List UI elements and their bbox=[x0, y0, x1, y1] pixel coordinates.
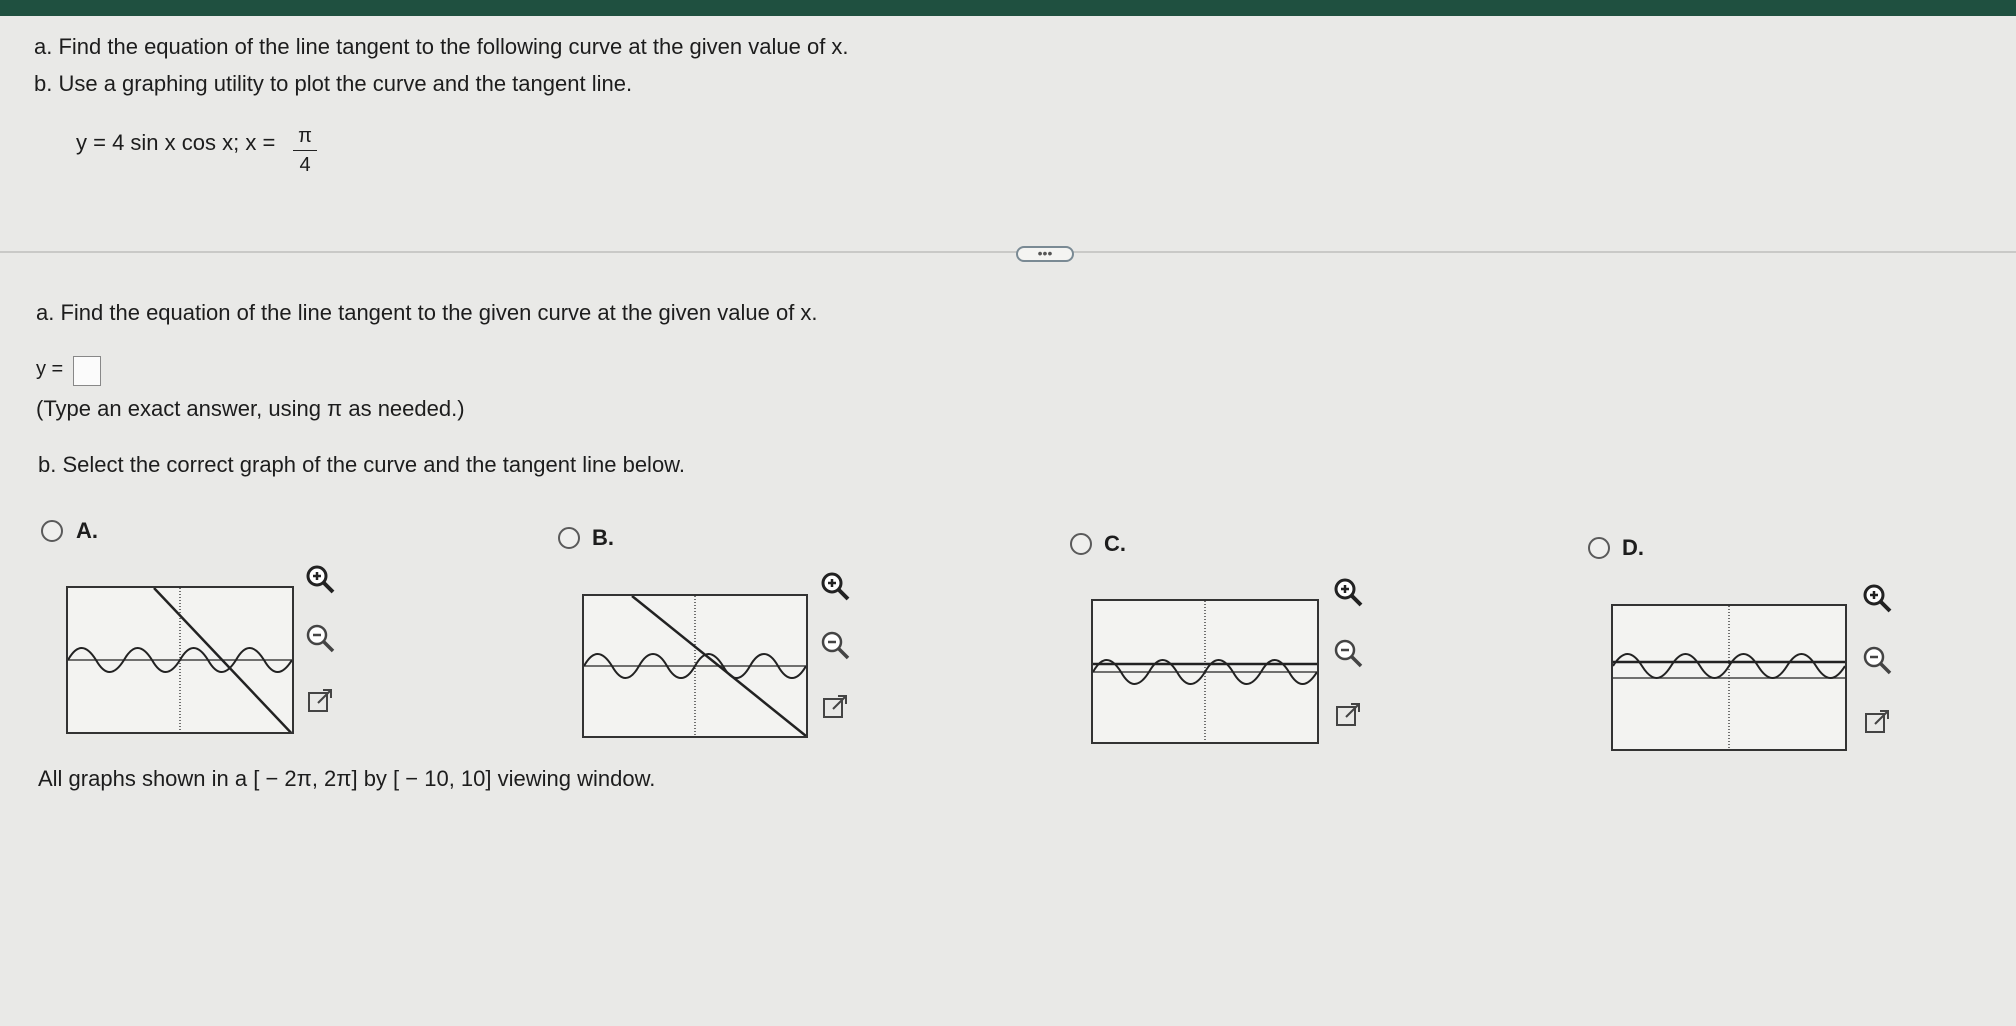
option-d-zoom-in-icon[interactable] bbox=[1860, 581, 1894, 615]
x-denominator: 4 bbox=[299, 154, 311, 176]
option-d-label: D. bbox=[1622, 535, 1644, 560]
option-a-zoom-in-icon[interactable] bbox=[303, 562, 337, 596]
option-c-radio[interactable] bbox=[1070, 533, 1092, 555]
viewing-window-note: All graphs shown in a [ − 2π, 2π] by [ −… bbox=[38, 766, 656, 791]
option-c-popout-icon[interactable] bbox=[1331, 698, 1365, 732]
section-divider bbox=[0, 251, 2016, 253]
y-label: y = bbox=[36, 358, 64, 380]
option-a-popout-icon[interactable] bbox=[303, 684, 337, 718]
option-a-radio[interactable] bbox=[41, 520, 63, 542]
problem-line-b: b. Use a graphing utility to plot the cu… bbox=[34, 71, 633, 96]
option-b-graph bbox=[582, 594, 808, 738]
option-c-zoom-out-icon[interactable] bbox=[1331, 636, 1365, 670]
option-b-label: B. bbox=[592, 525, 614, 550]
option-c-label: C. bbox=[1104, 531, 1126, 556]
problem-line-a: a. Find the equation of the line tangent… bbox=[34, 34, 849, 59]
option-d-graph bbox=[1611, 604, 1847, 751]
option-a-zoom-out-icon[interactable] bbox=[303, 621, 337, 655]
option-d-popout-icon[interactable] bbox=[1860, 705, 1894, 739]
part-a-prompt: a. Find the equation of the line tangent… bbox=[36, 300, 818, 325]
part-b-prompt: b. Select the correct graph of the curve… bbox=[38, 452, 685, 477]
problem-equation: y = 4 sin x cos x; x = bbox=[76, 130, 276, 155]
option-d-zoom-out-icon[interactable] bbox=[1860, 643, 1894, 677]
option-c-zoom-in-icon[interactable] bbox=[1331, 575, 1365, 609]
more-button[interactable]: ••• bbox=[1016, 246, 1074, 262]
option-b-popout-icon[interactable] bbox=[818, 690, 852, 724]
option-a-graph bbox=[66, 586, 294, 734]
answer-input[interactable] bbox=[73, 356, 101, 386]
x-numerator: π bbox=[298, 125, 312, 147]
option-b-radio[interactable] bbox=[558, 527, 580, 549]
option-b-zoom-in-icon[interactable] bbox=[818, 569, 852, 603]
answer-hint: (Type an exact answer, using π as needed… bbox=[36, 396, 465, 421]
option-d-radio[interactable] bbox=[1588, 537, 1610, 559]
option-c-graph bbox=[1091, 599, 1319, 744]
top-bar bbox=[0, 0, 2016, 16]
option-b-zoom-out-icon[interactable] bbox=[818, 628, 852, 662]
x-value-fraction: π 4 bbox=[293, 124, 317, 177]
option-a-label: A. bbox=[76, 518, 98, 543]
